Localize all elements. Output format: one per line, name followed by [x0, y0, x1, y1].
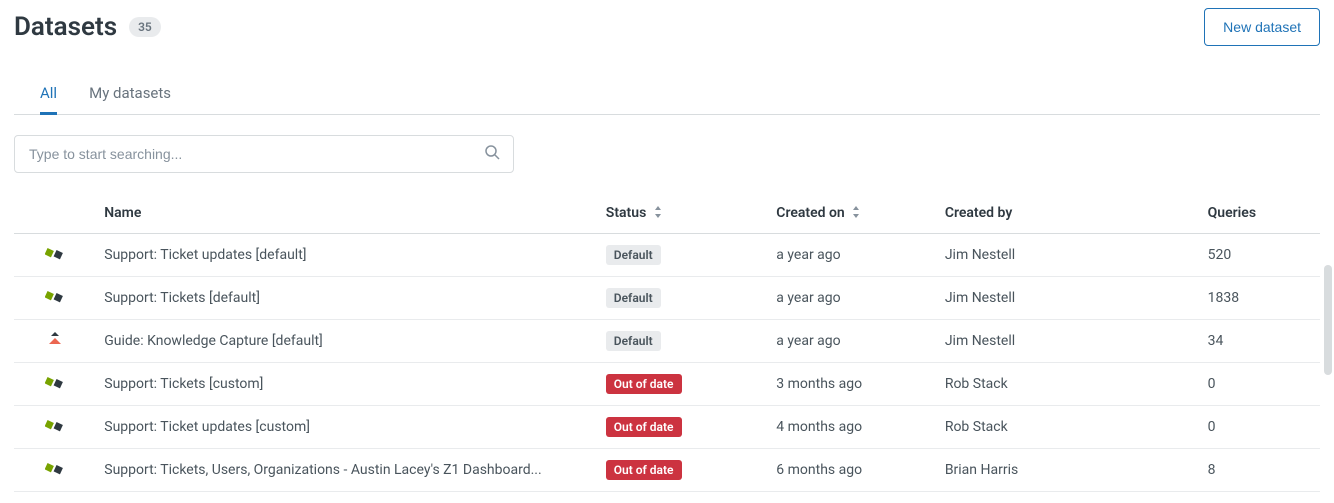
queries-count: 8 [1200, 449, 1320, 492]
column-label: Created on [776, 205, 844, 221]
created-by: Jim Nestell [937, 320, 1200, 363]
support-product-icon [14, 406, 96, 449]
support-product-icon [14, 234, 96, 277]
dataset-count-badge: 35 [129, 17, 161, 37]
guide-product-icon [14, 320, 96, 363]
support-product-icon [14, 449, 96, 492]
dataset-name: Guide: Knowledge Capture [default] [96, 320, 598, 363]
table-row[interactable]: Support: Tickets [default] Default a year … [14, 277, 1320, 320]
column-label: Created by [945, 205, 1012, 221]
table-row[interactable]: Support: Ticket updates [custom] Out of d… [14, 406, 1320, 449]
sort-icon [852, 206, 860, 221]
status-badge: Out of date [606, 460, 682, 480]
queries-count: 1838 [1200, 277, 1320, 320]
column-label: Queries [1208, 205, 1256, 221]
column-header-name[interactable]: Name [96, 195, 598, 234]
table-row[interactable]: Support: Tickets, Users, Organizations -… [14, 449, 1320, 492]
status-cell: Out of date [598, 449, 769, 492]
created-by: Jim Nestell [937, 234, 1200, 277]
datasets-table: Name Status Created on Created by [14, 195, 1320, 492]
support-product-icon [14, 363, 96, 406]
created-on: 6 months ago [768, 449, 937, 492]
status-badge: Default [606, 245, 661, 265]
created-on: a year ago [768, 277, 937, 320]
created-by: Rob Stack [937, 406, 1200, 449]
status-cell: Out of date [598, 363, 769, 406]
sort-icon [654, 206, 662, 221]
tab-my-datasets[interactable]: My datasets [89, 74, 171, 115]
support-product-icon [14, 277, 96, 320]
tabs: All My datasets [14, 74, 1320, 115]
status-cell: Default [598, 277, 769, 320]
queries-count: 0 [1200, 406, 1320, 449]
scrollbar[interactable] [1324, 265, 1332, 375]
created-by: Rob Stack [937, 363, 1200, 406]
dataset-name: Support: Ticket updates [custom] [96, 406, 598, 449]
status-cell: Out of date [598, 406, 769, 449]
new-dataset-button[interactable]: New dataset [1204, 8, 1320, 46]
table-row[interactable]: Support: Tickets [custom] Out of date 3 mo… [14, 363, 1320, 406]
tab-all[interactable]: All [40, 74, 57, 115]
column-label: Status [606, 205, 646, 221]
created-by: Jim Nestell [937, 277, 1200, 320]
dataset-name: Support: Tickets [default] [96, 277, 598, 320]
dataset-name: Support: Tickets [custom] [96, 363, 598, 406]
created-on: a year ago [768, 234, 937, 277]
created-on: 3 months ago [768, 363, 937, 406]
column-header-created-by[interactable]: Created by [937, 195, 1200, 234]
status-cell: Default [598, 320, 769, 363]
created-by: Brian Harris [937, 449, 1200, 492]
status-cell: Default [598, 234, 769, 277]
queries-count: 34 [1200, 320, 1320, 363]
table-row[interactable]: Support: Ticket updates [default] Default… [14, 234, 1320, 277]
page-title: Datasets [14, 12, 117, 42]
column-header-status[interactable]: Status [598, 195, 769, 234]
created-on: 4 months ago [768, 406, 937, 449]
queries-count: 0 [1200, 363, 1320, 406]
status-badge: Default [606, 331, 661, 351]
dataset-name: Support: Ticket updates [default] [96, 234, 598, 277]
queries-count: 520 [1200, 234, 1320, 277]
dataset-name: Support: Tickets, Users, Organizations -… [96, 449, 598, 492]
status-badge: Out of date [606, 374, 682, 394]
column-label: Name [104, 205, 141, 221]
created-on: a year ago [768, 320, 937, 363]
table-row[interactable]: Guide: Knowledge Capture [default] Defaul… [14, 320, 1320, 363]
column-header-created-on[interactable]: Created on [768, 195, 937, 234]
status-badge: Out of date [606, 417, 682, 437]
column-header-queries[interactable]: Queries [1200, 195, 1320, 234]
status-badge: Default [606, 288, 661, 308]
search-input[interactable] [14, 135, 514, 173]
